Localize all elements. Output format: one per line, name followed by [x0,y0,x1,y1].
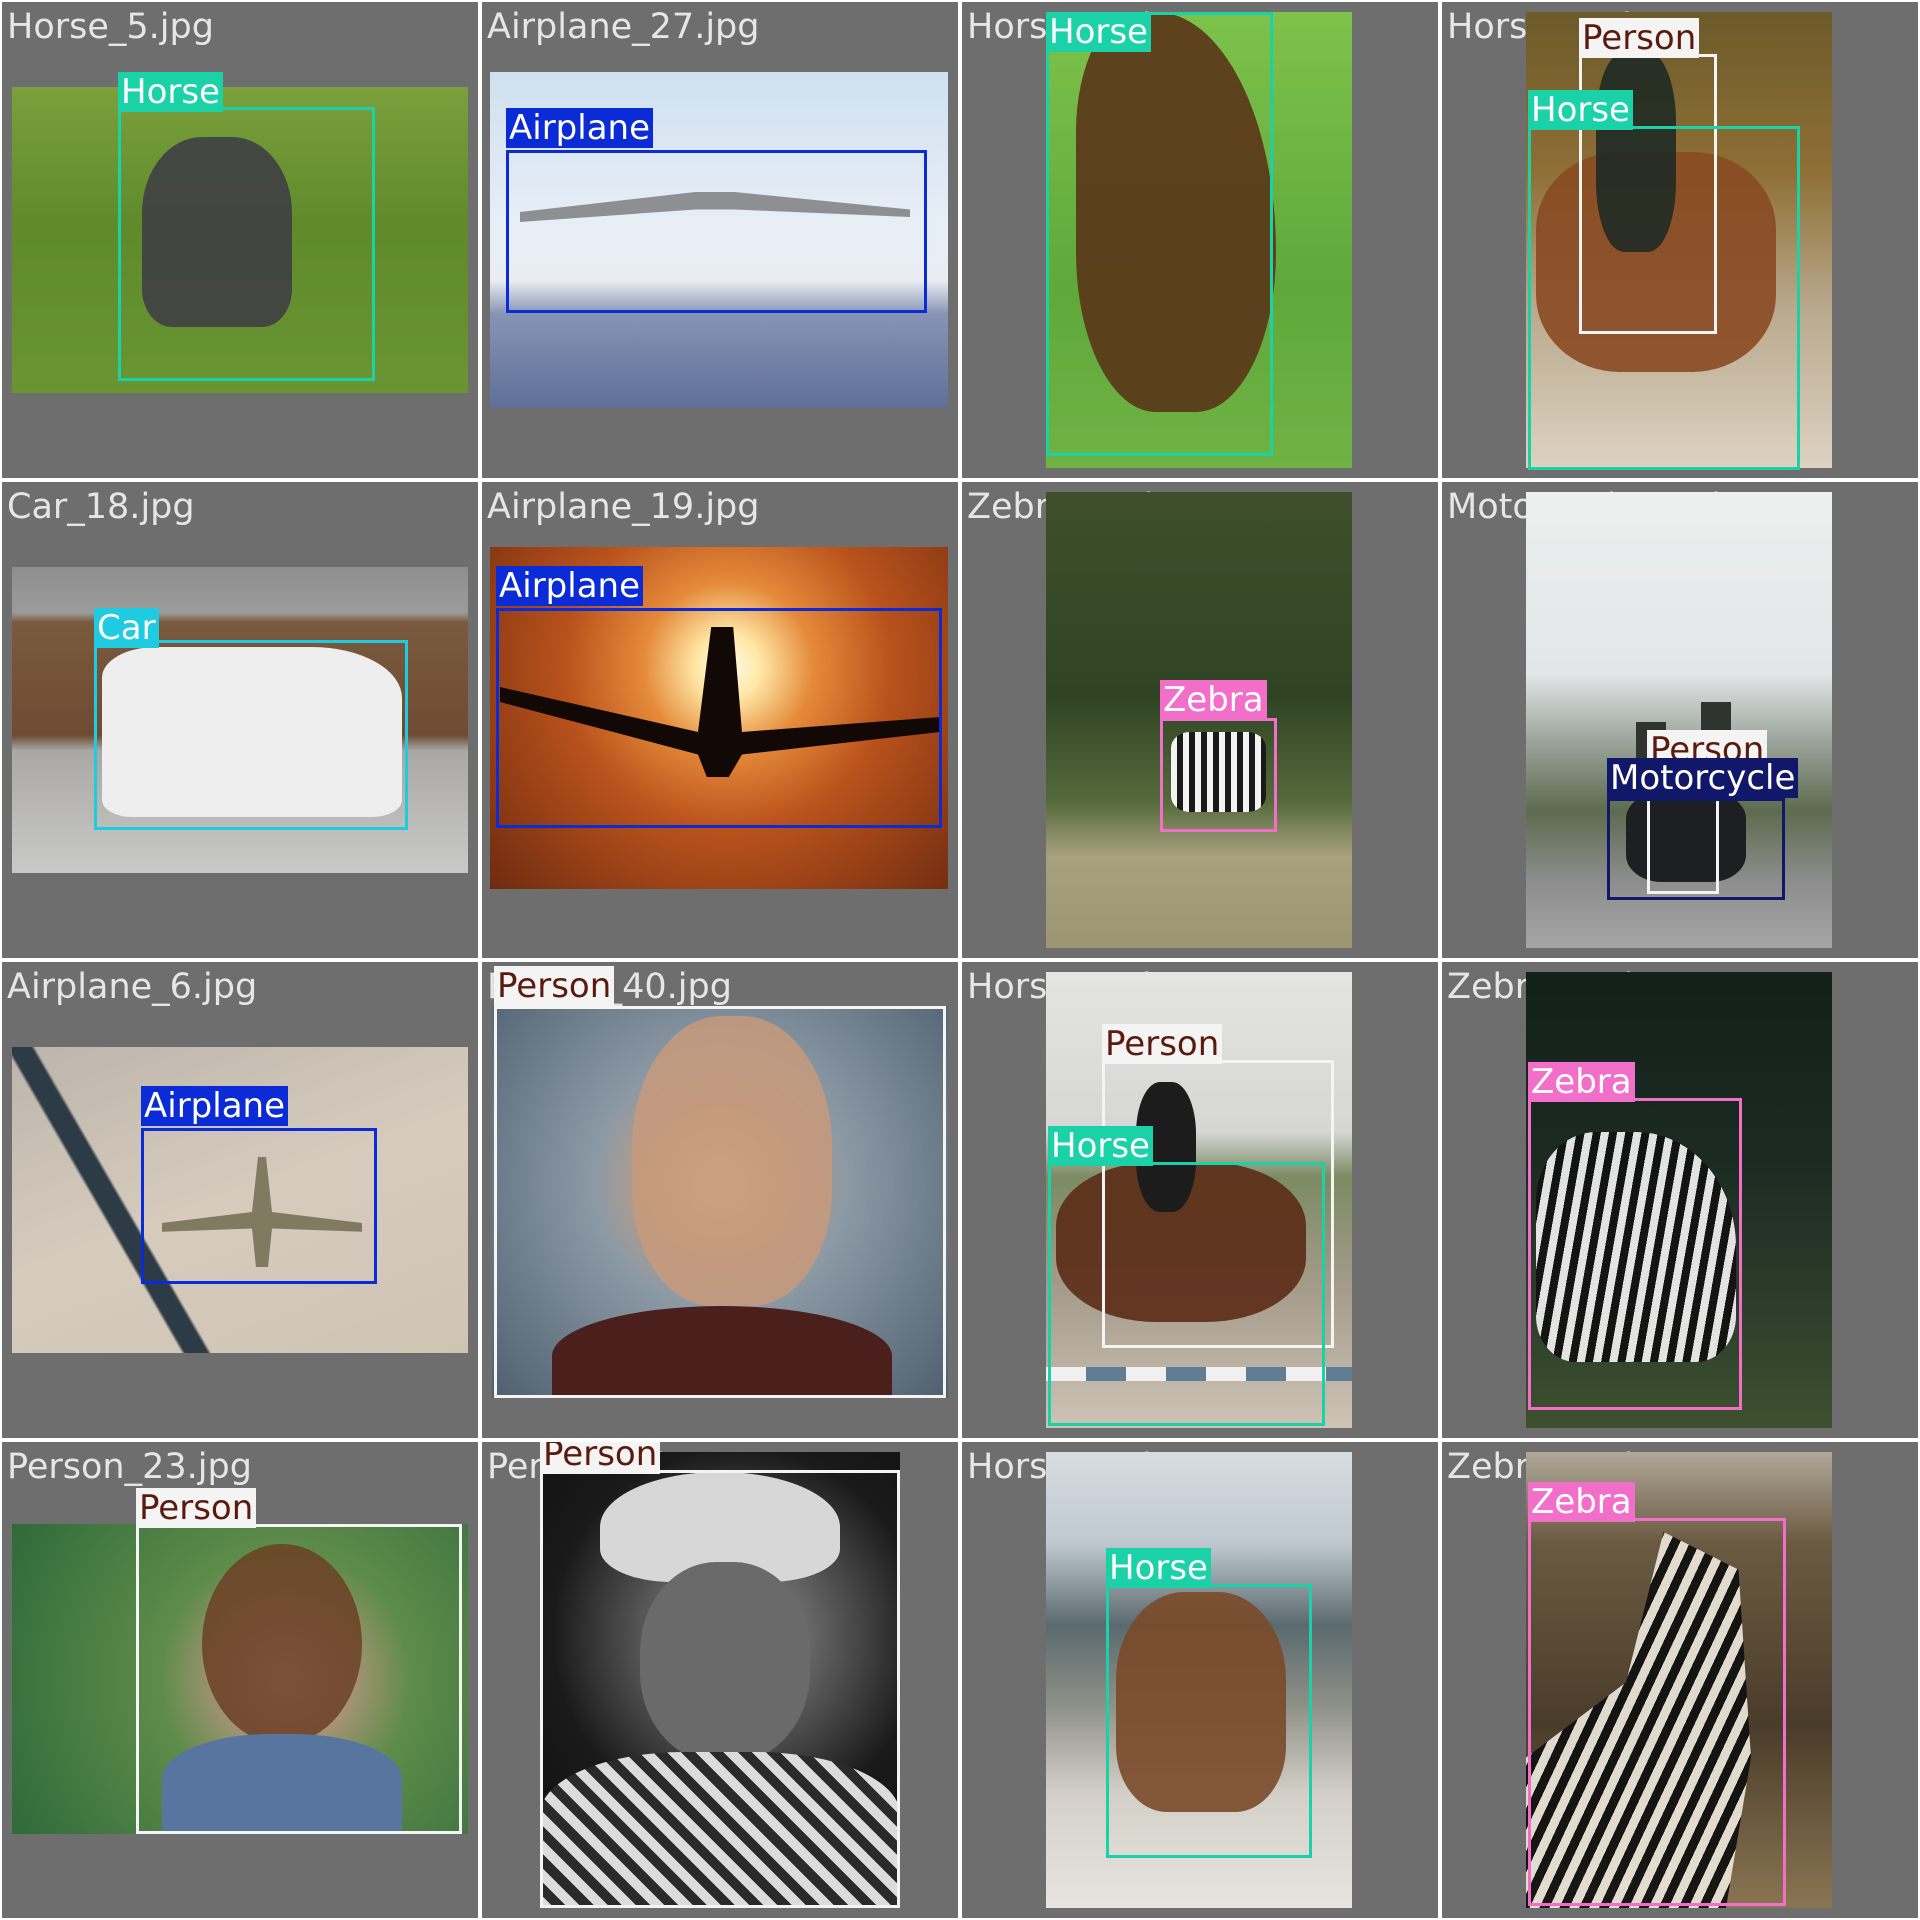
bbox-label-airplane: Airplane [141,1086,289,1126]
tile-horse-10[interactable]: Horse_10.jpg Person Horse [1442,2,1918,478]
tile-zebra-50[interactable]: Zebra_50.jpg Zebra [962,482,1438,958]
bbox-car [94,640,408,830]
bbox-person [494,1006,946,1398]
tile-person-2[interactable]: Person_2.jpg Person [482,1442,958,1918]
bbox-zebra [1528,1098,1742,1410]
tile-zebra-42[interactable]: Zebra_42.jpg Zebra [1442,1442,1918,1918]
bbox-airplane [506,150,927,313]
bbox-label-zebra: Zebra [1160,680,1267,720]
bbox-label-horse: Horse [1046,12,1151,52]
tile-motorcycle-37[interactable]: Motorcycle_37.jpg Person Motorcycle [1442,482,1918,958]
tile-horse-36[interactable]: Horse_36.jpg Person Horse [962,962,1438,1438]
bbox-horse [1048,1162,1325,1426]
bbox-label-horse: Horse [118,72,223,112]
bbox-horse [1046,12,1273,456]
bbox-label-zebra: Zebra [1528,1062,1635,1102]
bbox-person [540,1470,900,1908]
tile-filename: Car_18.jpg [7,487,195,527]
tile-person-40[interactable]: Person_40.jpg Person [482,962,958,1438]
bbox-zebra [1528,1518,1786,1906]
bbox-airplane [496,608,942,828]
bbox-label-airplane: Airplane [506,108,654,148]
tile-airplane-6[interactable]: Airplane_6.jpg Airplane [2,962,478,1438]
bbox-horse [1106,1584,1312,1858]
bbox-zebra [1160,718,1277,832]
tile-filename: Airplane_27.jpg [487,7,760,47]
bbox-label-motorcycle: Motorcycle [1607,758,1799,798]
bbox-label-person: Person [494,966,615,1006]
tile-filename: Person_23.jpg [7,1447,252,1487]
bbox-label-horse: Horse [1106,1548,1211,1588]
tile-horse-33[interactable]: Horse_33.jpg Horse [962,1442,1438,1918]
tile-filename: Horse_5.jpg [7,7,214,47]
bbox-label-zebra: Zebra [1528,1482,1635,1522]
tile-zebra-44[interactable]: Zebra_44.jpg Zebra [1442,962,1918,1438]
tile-filename: Airplane_19.jpg [487,487,760,527]
tile-horse-5[interactable]: Horse_5.jpg Horse [2,2,478,478]
bbox-label-person: Person [1579,18,1700,58]
detection-mosaic: Horse_5.jpg Horse Airplane_27.jpg Airpla… [0,0,1920,1920]
bbox-horse [118,107,375,381]
bbox-label-airplane: Airplane [496,566,644,606]
bbox-motorcycle [1607,798,1785,900]
tile-horse-grazing[interactable]: Horse_36.jpg Horse [962,2,1438,478]
tile-person-23[interactable]: Person_23.jpg Person [2,1442,478,1918]
bbox-label-person: Person [540,1442,661,1474]
tile-airplane-19[interactable]: Airplane_19.jpg Airplane [482,482,958,958]
bbox-label-horse: Horse [1048,1126,1153,1166]
bbox-airplane [141,1128,377,1284]
bbox-label-horse: Horse [1528,90,1633,130]
bbox-label-person: Person [1102,1024,1223,1064]
tile-car-18[interactable]: Car_18.jpg Car [2,482,478,958]
tile-airplane-27[interactable]: Airplane_27.jpg Airplane [482,2,958,478]
bbox-label-person: Person [136,1488,257,1528]
tile-filename: Airplane_6.jpg [7,967,258,1007]
bbox-horse [1528,126,1800,470]
bbox-person [136,1524,462,1834]
bbox-label-car: Car [94,608,159,648]
